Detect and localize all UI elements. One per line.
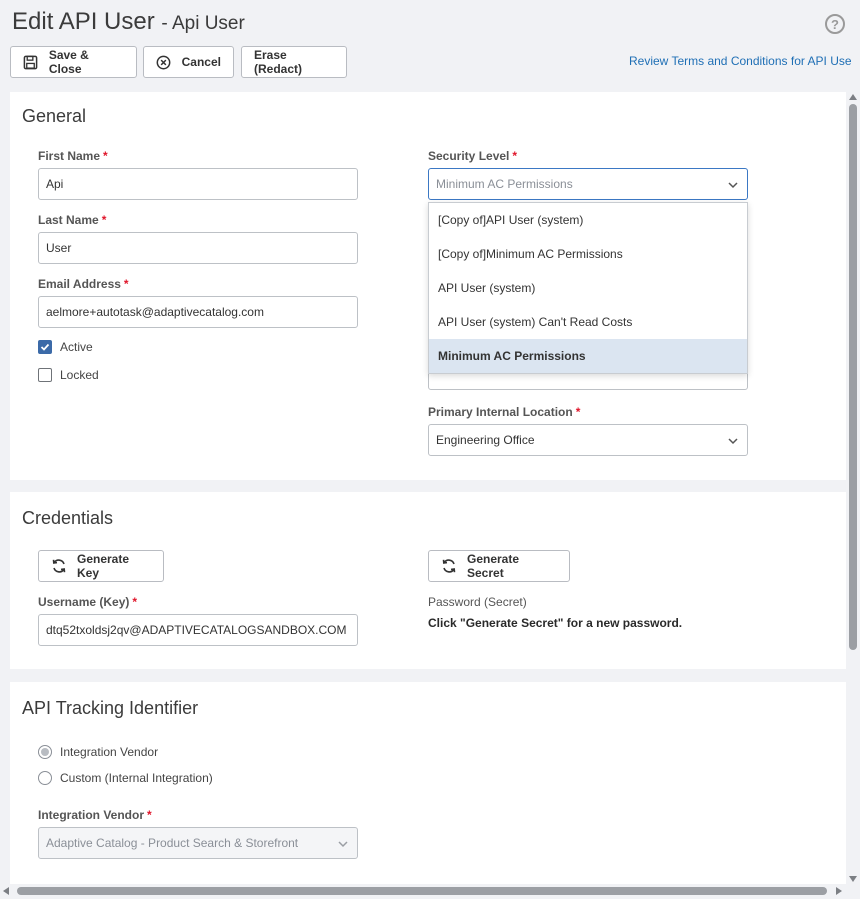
review-terms-link[interactable]: Review Terms and Conditions for API Use xyxy=(629,54,852,68)
username-label: Username (Key) * xyxy=(38,595,138,609)
radio-selected-icon xyxy=(38,745,52,759)
credentials-panel: Credentials Generate Key Generate Secret… xyxy=(10,492,846,669)
horizontal-scrollbar[interactable] xyxy=(0,884,846,899)
generate-key-button[interactable]: Generate Key xyxy=(38,550,164,582)
credentials-title: Credentials xyxy=(22,508,114,528)
security-level-value: Minimum AC Permissions xyxy=(436,177,573,191)
chevron-down-icon xyxy=(728,182,738,189)
save-close-button[interactable]: Save & Close xyxy=(10,46,137,78)
dropdown-option[interactable]: API User (system) xyxy=(429,271,747,305)
save-close-label: Save & Close xyxy=(48,48,89,76)
first-name-label: First Name * xyxy=(38,149,108,163)
last-name-field[interactable]: User xyxy=(38,232,358,264)
security-level-dropdown: [Copy of]API User (system) [Copy of]Mini… xyxy=(428,202,748,374)
integration-vendor-label: Integration Vendor * xyxy=(38,808,152,822)
primary-location-label: Primary Internal Location * xyxy=(428,405,581,419)
chevron-down-icon xyxy=(728,438,738,445)
primary-location-select[interactable]: Engineering Office xyxy=(428,424,748,456)
scroll-up-icon[interactable] xyxy=(849,94,857,100)
active-checkbox[interactable]: Active xyxy=(38,340,93,354)
close-circle-icon xyxy=(156,54,172,70)
last-name-label: Last Name * xyxy=(38,213,107,227)
password-label: Password (Secret) xyxy=(428,595,527,609)
cancel-label: Cancel xyxy=(181,55,221,69)
first-name-field[interactable]: Api xyxy=(38,168,358,200)
email-field[interactable]: aelmore+autotask@adaptivecatalog.com xyxy=(38,296,358,328)
custom-integration-radio-label: Custom (Internal Integration) xyxy=(60,771,213,785)
username-field[interactable]: dtq52txoldsj2qv@ADAPTIVECATALOGSANDBOX.C… xyxy=(38,614,358,646)
integration-vendor-value: Adaptive Catalog - Product Search & Stor… xyxy=(46,836,299,850)
active-label: Active xyxy=(60,340,93,354)
radio-empty-icon xyxy=(38,771,52,785)
primary-location-value: Engineering Office xyxy=(436,433,535,447)
dropdown-option[interactable]: [Copy of]API User (system) xyxy=(429,203,747,237)
save-icon xyxy=(23,54,39,70)
security-level-label: Security Level * xyxy=(428,149,518,163)
page-title-main: Edit API User xyxy=(12,8,155,35)
page-title: Edit API User - Api User xyxy=(12,8,245,36)
erase-label: Erase (Redact) xyxy=(254,48,303,76)
chevron-down-icon xyxy=(338,841,348,848)
refresh-icon xyxy=(441,558,457,574)
dropdown-option[interactable]: API User (system) Can't Read Costs xyxy=(429,305,747,339)
horizontal-scroll-thumb[interactable] xyxy=(17,887,827,895)
page-title-sub: - Api User xyxy=(161,13,245,34)
api-tracking-panel: API Tracking Identifier Integration Vend… xyxy=(10,682,846,884)
password-note: Click "Generate Secret" for a new passwo… xyxy=(428,616,683,630)
checkmark-icon xyxy=(38,340,52,354)
locked-label: Locked xyxy=(60,368,99,382)
scroll-left-icon[interactable] xyxy=(3,887,9,895)
dropdown-option-selected[interactable]: Minimum AC Permissions xyxy=(429,339,747,373)
integration-vendor-radio[interactable]: Integration Vendor xyxy=(38,745,158,759)
vertical-scroll-thumb[interactable] xyxy=(849,104,857,650)
integration-vendor-radio-label: Integration Vendor xyxy=(60,745,159,759)
checkbox-empty-icon xyxy=(38,368,52,382)
generate-secret-button[interactable]: Generate Secret xyxy=(428,550,570,582)
custom-integration-radio[interactable]: Custom (Internal Integration) xyxy=(38,771,213,785)
erase-redact-button[interactable]: Erase (Redact) xyxy=(241,46,347,78)
page-header: Edit API User - Api User ? Save & Close … xyxy=(0,0,860,90)
refresh-icon xyxy=(51,558,67,574)
integration-vendor-select: Adaptive Catalog - Product Search & Stor… xyxy=(38,827,358,859)
generate-key-label: Generate Key xyxy=(77,552,130,580)
general-title: General xyxy=(22,106,87,126)
locked-checkbox[interactable]: Locked xyxy=(38,368,99,382)
vertical-scrollbar[interactable] xyxy=(846,92,860,884)
email-label: Email Address * xyxy=(38,277,129,291)
scroll-down-icon[interactable] xyxy=(849,876,857,882)
security-level-select[interactable]: Minimum AC Permissions xyxy=(428,168,748,200)
generate-secret-label: Generate Secret xyxy=(467,552,520,580)
dropdown-option[interactable]: [Copy of]Minimum AC Permissions xyxy=(429,237,747,271)
cancel-button[interactable]: Cancel xyxy=(143,46,234,78)
api-tracking-title: API Tracking Identifier xyxy=(22,698,199,718)
scroll-right-icon[interactable] xyxy=(836,887,842,895)
question-circle-icon[interactable]: ? xyxy=(825,14,845,34)
